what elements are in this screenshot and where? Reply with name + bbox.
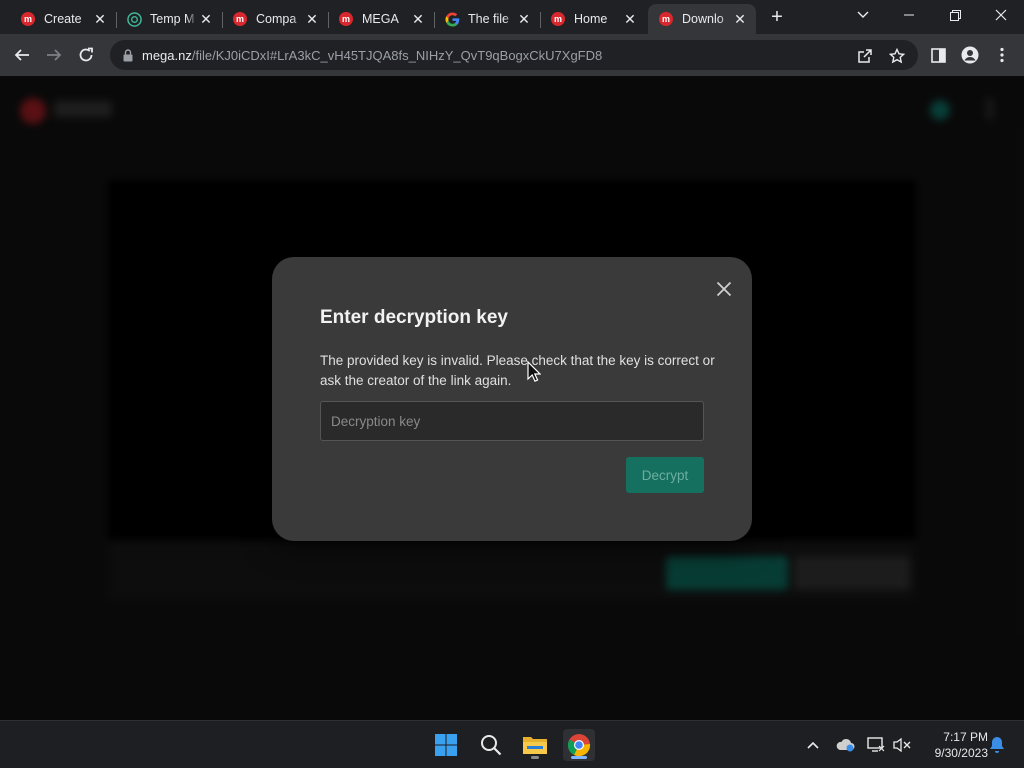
tab-close-icon[interactable]: ✕ bbox=[92, 11, 108, 27]
profile-avatar-icon[interactable] bbox=[957, 42, 983, 68]
clock-date: 9/30/2023 bbox=[934, 746, 988, 760]
tab-compare[interactable]: m Compa ✕ bbox=[222, 4, 329, 34]
decrypt-button[interactable]: Decrypt bbox=[626, 457, 704, 493]
tab-close-icon[interactable]: ✕ bbox=[198, 11, 214, 27]
side-panel-icon[interactable] bbox=[925, 42, 951, 68]
tab-title: Downlo bbox=[682, 12, 724, 26]
tab-title: MEGA bbox=[362, 12, 399, 26]
mega-icon: m bbox=[232, 11, 248, 27]
tab-home[interactable]: m Home ✕ bbox=[540, 4, 646, 34]
decryption-key-input[interactable] bbox=[320, 401, 704, 441]
windows-taskbar: 7:17 PM 9/30/2023 bbox=[0, 720, 1024, 768]
tab-search-chevron-icon[interactable] bbox=[840, 4, 886, 26]
url-text: mega.nz/file/KJ0iCDxI#LrA3kC_vH45TJQA8fs… bbox=[142, 48, 602, 63]
temp-mail-icon bbox=[126, 11, 142, 27]
tab-mega[interactable]: m MEGA ✕ bbox=[328, 4, 435, 34]
windows-start-icon[interactable] bbox=[430, 729, 462, 761]
lock-icon[interactable] bbox=[120, 47, 136, 63]
mega-icon: m bbox=[550, 11, 566, 27]
tab-temp-mail[interactable]: Temp M ✕ bbox=[116, 4, 223, 34]
running-indicator bbox=[531, 756, 539, 759]
dialog-message: The provided key is invalid. Please chec… bbox=[320, 353, 715, 388]
tab-close-icon[interactable]: ✕ bbox=[732, 11, 748, 27]
new-tab-button[interactable]: + bbox=[766, 7, 788, 27]
tab-title: Home bbox=[574, 12, 608, 26]
volume-muted-icon[interactable] bbox=[892, 735, 912, 755]
file-explorer-icon[interactable] bbox=[519, 729, 551, 761]
running-indicator bbox=[571, 756, 587, 759]
forward-button[interactable] bbox=[41, 42, 67, 68]
mega-icon: m bbox=[338, 11, 354, 27]
taskbar-clock[interactable]: 7:17 PM 9/30/2023 bbox=[916, 729, 988, 761]
tab-title: Create bbox=[44, 12, 82, 26]
reload-button[interactable] bbox=[73, 42, 99, 68]
browser-tab-bar: m Create ✕ Temp M ✕ m Compa ✕ m MEGA ✕ T… bbox=[0, 0, 1024, 34]
tab-the-file[interactable]: The file ✕ bbox=[434, 4, 541, 34]
tab-download[interactable]: m Downlo ✕ bbox=[648, 4, 756, 34]
mega-icon: m bbox=[658, 11, 674, 27]
notification-bell-icon[interactable] bbox=[987, 735, 1007, 755]
restore-button[interactable] bbox=[932, 4, 978, 26]
close-icon[interactable] bbox=[712, 277, 736, 301]
page-content: Enter decryption key The provided key is… bbox=[0, 76, 1024, 720]
browser-toolbar: mega.nz/file/KJ0iCDxI#LrA3kC_vH45TJQA8fs… bbox=[0, 34, 1024, 76]
url-host: mega.nz bbox=[142, 47, 192, 63]
tab-title: Temp M bbox=[150, 12, 195, 26]
tab-title: Compa bbox=[256, 12, 297, 26]
clock-time: 7:17 PM bbox=[943, 730, 988, 744]
search-icon[interactable] bbox=[475, 729, 507, 761]
tab-close-icon[interactable]: ✕ bbox=[622, 11, 638, 27]
back-button[interactable] bbox=[9, 42, 35, 68]
close-window-button[interactable] bbox=[978, 4, 1024, 26]
tab-close-icon[interactable]: ✕ bbox=[516, 11, 532, 27]
address-bar[interactable]: mega.nz/file/KJ0iCDxI#LrA3kC_vH45TJQA8fs… bbox=[110, 40, 918, 70]
onedrive-icon[interactable] bbox=[835, 735, 855, 755]
decryption-key-dialog: Enter decryption key The provided key is… bbox=[272, 257, 752, 541]
dialog-title: Enter decryption key bbox=[320, 307, 508, 328]
url-path: /file/KJ0iCDxI#LrA3kC_vH45TJQA8fs_NIHzY_… bbox=[191, 47, 603, 63]
tab-close-icon[interactable]: ✕ bbox=[410, 11, 426, 27]
google-icon bbox=[444, 11, 460, 27]
tab-create[interactable]: m Create ✕ bbox=[10, 4, 117, 34]
mega-icon: m bbox=[20, 11, 36, 27]
share-icon[interactable] bbox=[856, 47, 874, 65]
mouse-cursor-icon bbox=[527, 361, 541, 382]
minimize-button[interactable] bbox=[886, 4, 932, 26]
network-icon[interactable] bbox=[866, 735, 886, 755]
tab-close-icon[interactable]: ✕ bbox=[304, 11, 320, 27]
bookmark-star-icon[interactable] bbox=[888, 47, 906, 65]
tab-title: The file bbox=[468, 12, 509, 26]
more-menu-icon[interactable] bbox=[989, 42, 1015, 68]
chrome-icon[interactable] bbox=[563, 729, 595, 761]
show-hidden-icons-chevron-icon[interactable] bbox=[803, 735, 823, 755]
